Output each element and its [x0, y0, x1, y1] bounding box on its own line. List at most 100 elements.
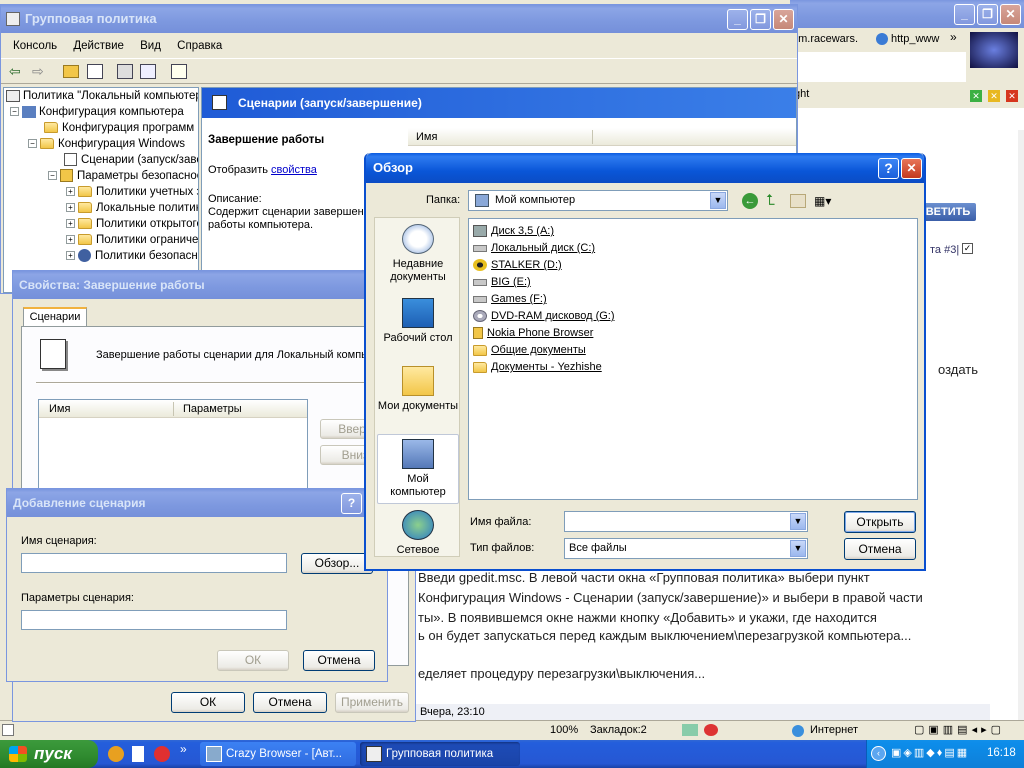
expand-icon[interactable]: + — [66, 219, 75, 229]
up-folder-icon[interactable]: ⮤ — [766, 193, 782, 209]
menu-view[interactable]: Вид — [140, 40, 161, 52]
browse-help-button[interactable]: ? — [878, 158, 899, 179]
tree-windows-config[interactable]: − Конфигурация Windows — [28, 136, 185, 152]
menu-console[interactable]: Консоль — [13, 40, 57, 52]
drive-c[interactable]: Локальный диск (C:) — [473, 240, 595, 257]
gp-close-button[interactable]: ✕ — [773, 9, 794, 30]
expand-icon[interactable]: + — [66, 235, 75, 245]
views-menu-icon[interactable]: ▦▾ — [814, 193, 838, 209]
browser-minimize-button[interactable]: _ — [954, 4, 975, 25]
chevron-down-icon[interactable]: ▼ — [790, 540, 806, 557]
post-number-link[interactable]: та #3| — [930, 244, 959, 256]
tree-public-key-policies[interactable]: +Политики открытого ключа — [66, 216, 198, 232]
col-name-header[interactable]: Имя — [416, 131, 437, 143]
quicklaunch-icon-3[interactable] — [154, 746, 170, 762]
forward-arrow-icon[interactable]: ⇨ — [32, 63, 44, 80]
quicklaunch-icon-1[interactable] — [108, 746, 124, 762]
browse-close-button[interactable]: ✕ — [901, 158, 922, 179]
props-cancel-button[interactable]: Отмена — [253, 692, 327, 713]
place-my-documents[interactable]: Мои документы — [377, 366, 459, 413]
properties-link[interactable]: свойства — [271, 164, 317, 176]
tree-security-settings[interactable]: −Параметры безопасности — [48, 168, 198, 184]
browse-button[interactable]: Обзор... — [301, 553, 373, 574]
drive-d[interactable]: STALKER (D:) — [473, 257, 562, 274]
reply-button[interactable]: ВЕТИТЬ — [920, 203, 976, 221]
nokia-phone-browser[interactable]: Nokia Phone Browser — [473, 325, 593, 342]
place-my-computer[interactable]: Мой компьютер — [377, 434, 459, 504]
script-params-input[interactable] — [21, 610, 287, 630]
gp-minimize-button[interactable]: _ — [727, 9, 748, 30]
export-icon[interactable] — [140, 64, 156, 79]
tree-software-restriction[interactable]: +Политики ограниченного использования пр… — [66, 232, 198, 248]
zoom-level[interactable]: 100% — [550, 724, 578, 736]
expand-icon[interactable]: + — [66, 251, 75, 261]
browser-tab-racewars[interactable]: um.racewars. — [792, 33, 858, 45]
props-ok-button[interactable]: ОК — [171, 692, 245, 713]
window-layout-icons[interactable]: ▢▣▥▤◂▸▢ — [914, 723, 1005, 736]
props-apply-button[interactable]: Применить — [335, 692, 409, 713]
tree-local-policies[interactable]: + Локальные политики — [66, 200, 198, 216]
open-button[interactable]: Открыть — [844, 511, 916, 533]
tree-root[interactable]: Политика "Локальный компьютер" — [6, 88, 198, 104]
add-ok-button[interactable]: ОК — [217, 650, 289, 671]
show-tree-icon[interactable] — [87, 64, 103, 79]
place-recent[interactable]: Недавние документы — [377, 224, 459, 284]
green-close-icon[interactable]: ✕ — [970, 90, 982, 102]
tab-scripts[interactable]: Сценарии — [23, 307, 87, 327]
drive-e[interactable]: BIG (E:) — [473, 274, 531, 291]
browser-maximize-button[interactable]: ❐ — [977, 4, 998, 25]
collapse-icon[interactable]: − — [48, 171, 57, 181]
new-folder-icon[interactable] — [790, 194, 806, 208]
back-arrow-icon[interactable]: ⇦ — [9, 63, 21, 80]
expand-icon[interactable]: + — [66, 203, 75, 213]
tray-expand-icon[interactable]: ‹ — [871, 746, 886, 761]
tree-scripts[interactable]: Сценарии (запуск/завершение) — [64, 152, 198, 168]
task-crazy-browser[interactable]: Crazy Browser - [Авт... — [200, 742, 356, 766]
file-list[interactable]: Диск 3,5 (A:) Локальный диск (C:) STALKE… — [468, 218, 918, 500]
checkbox-icon[interactable]: ✓ — [962, 243, 973, 254]
shared-documents[interactable]: Общие документы — [473, 342, 586, 359]
quicklaunch-more-icon[interactable]: » — [180, 742, 187, 756]
drive-f[interactable]: Games (F:) — [473, 291, 547, 308]
help-icon[interactable] — [171, 64, 187, 79]
filetype-select[interactable]: Все файлы ▼ — [564, 538, 808, 559]
expand-icon[interactable]: + — [66, 187, 75, 197]
tree-ip-security[interactable]: +Политики безопасности IP — [66, 248, 198, 264]
quicklaunch-icon-2[interactable] — [132, 746, 144, 762]
browse-cancel-button[interactable]: Отмена — [844, 538, 916, 560]
yellow-close-icon[interactable]: ✕ — [988, 90, 1000, 102]
add-cancel-button[interactable]: Отмена — [303, 650, 375, 671]
up-folder-icon[interactable] — [63, 65, 79, 78]
drive-a[interactable]: Диск 3,5 (A:) — [473, 223, 554, 240]
place-network[interactable]: Сетевое — [377, 510, 459, 557]
more-tabs-chevron-icon[interactable]: » — [950, 30, 957, 44]
tree-software-config[interactable]: Конфигурация программ — [44, 120, 194, 136]
chevron-down-icon[interactable]: ▼ — [710, 192, 726, 209]
col-params[interactable]: Параметры — [183, 403, 242, 415]
add-help-button[interactable]: ? — [341, 493, 362, 514]
drive-g[interactable]: DVD-RAM дисковод (G:) — [473, 308, 615, 325]
collapse-icon[interactable]: − — [28, 139, 37, 149]
menu-help[interactable]: Справка — [177, 40, 222, 52]
filename-input[interactable]: ▼ — [564, 511, 808, 532]
properties-icon[interactable] — [117, 64, 133, 79]
script-name-input[interactable] — [21, 553, 287, 573]
col-name[interactable]: Имя — [49, 403, 70, 415]
browser-close-button[interactable]: ✕ — [1000, 4, 1021, 25]
tree-account-policies[interactable]: +Политики учетных записей — [66, 184, 198, 200]
tray-icons[interactable]: ▣◈▥◆♦▤▦ — [891, 746, 969, 759]
menu-action[interactable]: Действие — [73, 40, 124, 52]
user-documents[interactable]: Документы - Yezhishe — [473, 359, 602, 376]
chevron-down-icon[interactable]: ▼ — [790, 513, 806, 530]
tree-computer-config[interactable]: − Конфигурация компьютера — [10, 104, 184, 120]
task-group-policy[interactable]: Групповая политика — [360, 742, 520, 766]
start-button[interactable]: пуск — [0, 740, 98, 768]
collapse-icon[interactable]: − — [10, 107, 19, 117]
place-desktop[interactable]: Рабочий стол — [377, 298, 459, 345]
browser-tab-http[interactable]: http_www — [876, 33, 939, 46]
gp-maximize-button[interactable]: ❐ — [750, 9, 771, 30]
red-close-icon[interactable]: ✕ — [1006, 90, 1018, 102]
folder-select[interactable]: Мой компьютер ▼ — [468, 190, 728, 211]
back-icon[interactable]: ← — [742, 193, 758, 209]
browser-scrollbar[interactable] — [1018, 130, 1024, 720]
